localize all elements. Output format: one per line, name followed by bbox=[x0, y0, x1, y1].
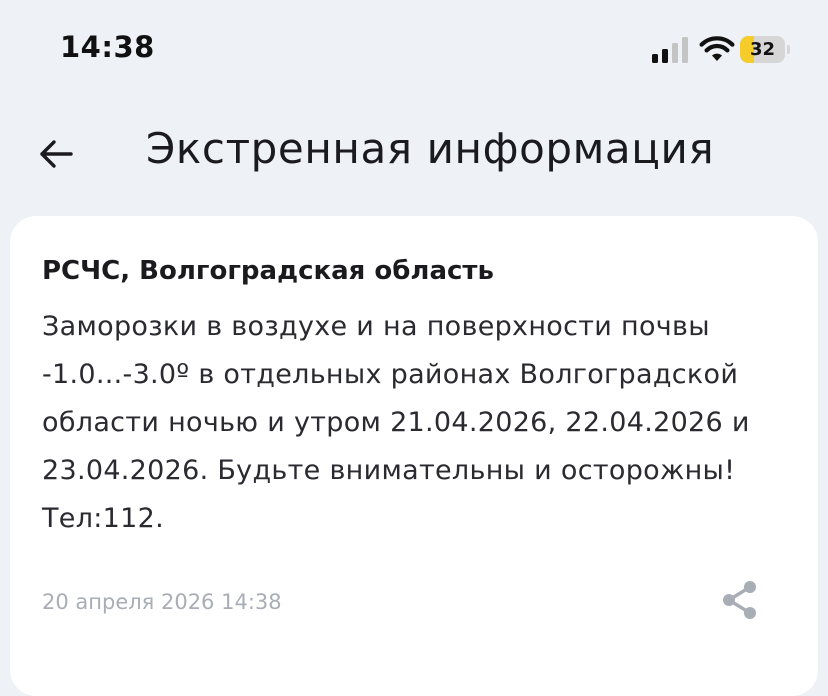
battery-body: 32 bbox=[740, 36, 785, 63]
alert-source: РСЧС, Волгоградская область bbox=[42, 256, 494, 286]
page-title: Экстренная информация bbox=[146, 124, 715, 173]
cellular-signal-icon bbox=[652, 37, 688, 63]
arrow-left-icon bbox=[40, 140, 73, 168]
share-icon bbox=[723, 581, 756, 619]
wifi-icon bbox=[699, 36, 735, 61]
alert-card[interactable]: РСЧС, Волгоградская область Заморозки в … bbox=[10, 216, 818, 696]
battery-cap bbox=[787, 45, 790, 54]
status-bar: 14:38 32 bbox=[0, 0, 828, 100]
header: Экстренная информация bbox=[0, 110, 828, 200]
status-time: 14:38 bbox=[60, 30, 155, 64]
share-button[interactable] bbox=[716, 576, 764, 624]
alert-message: Заморозки в воздухе и на поверхности поч… bbox=[42, 311, 750, 534]
battery-level: 32 bbox=[749, 39, 776, 60]
alert-date: 20 апреля 2026 14:38 bbox=[42, 590, 282, 614]
back-button[interactable] bbox=[28, 128, 84, 180]
battery-indicator: 32 bbox=[740, 36, 791, 63]
